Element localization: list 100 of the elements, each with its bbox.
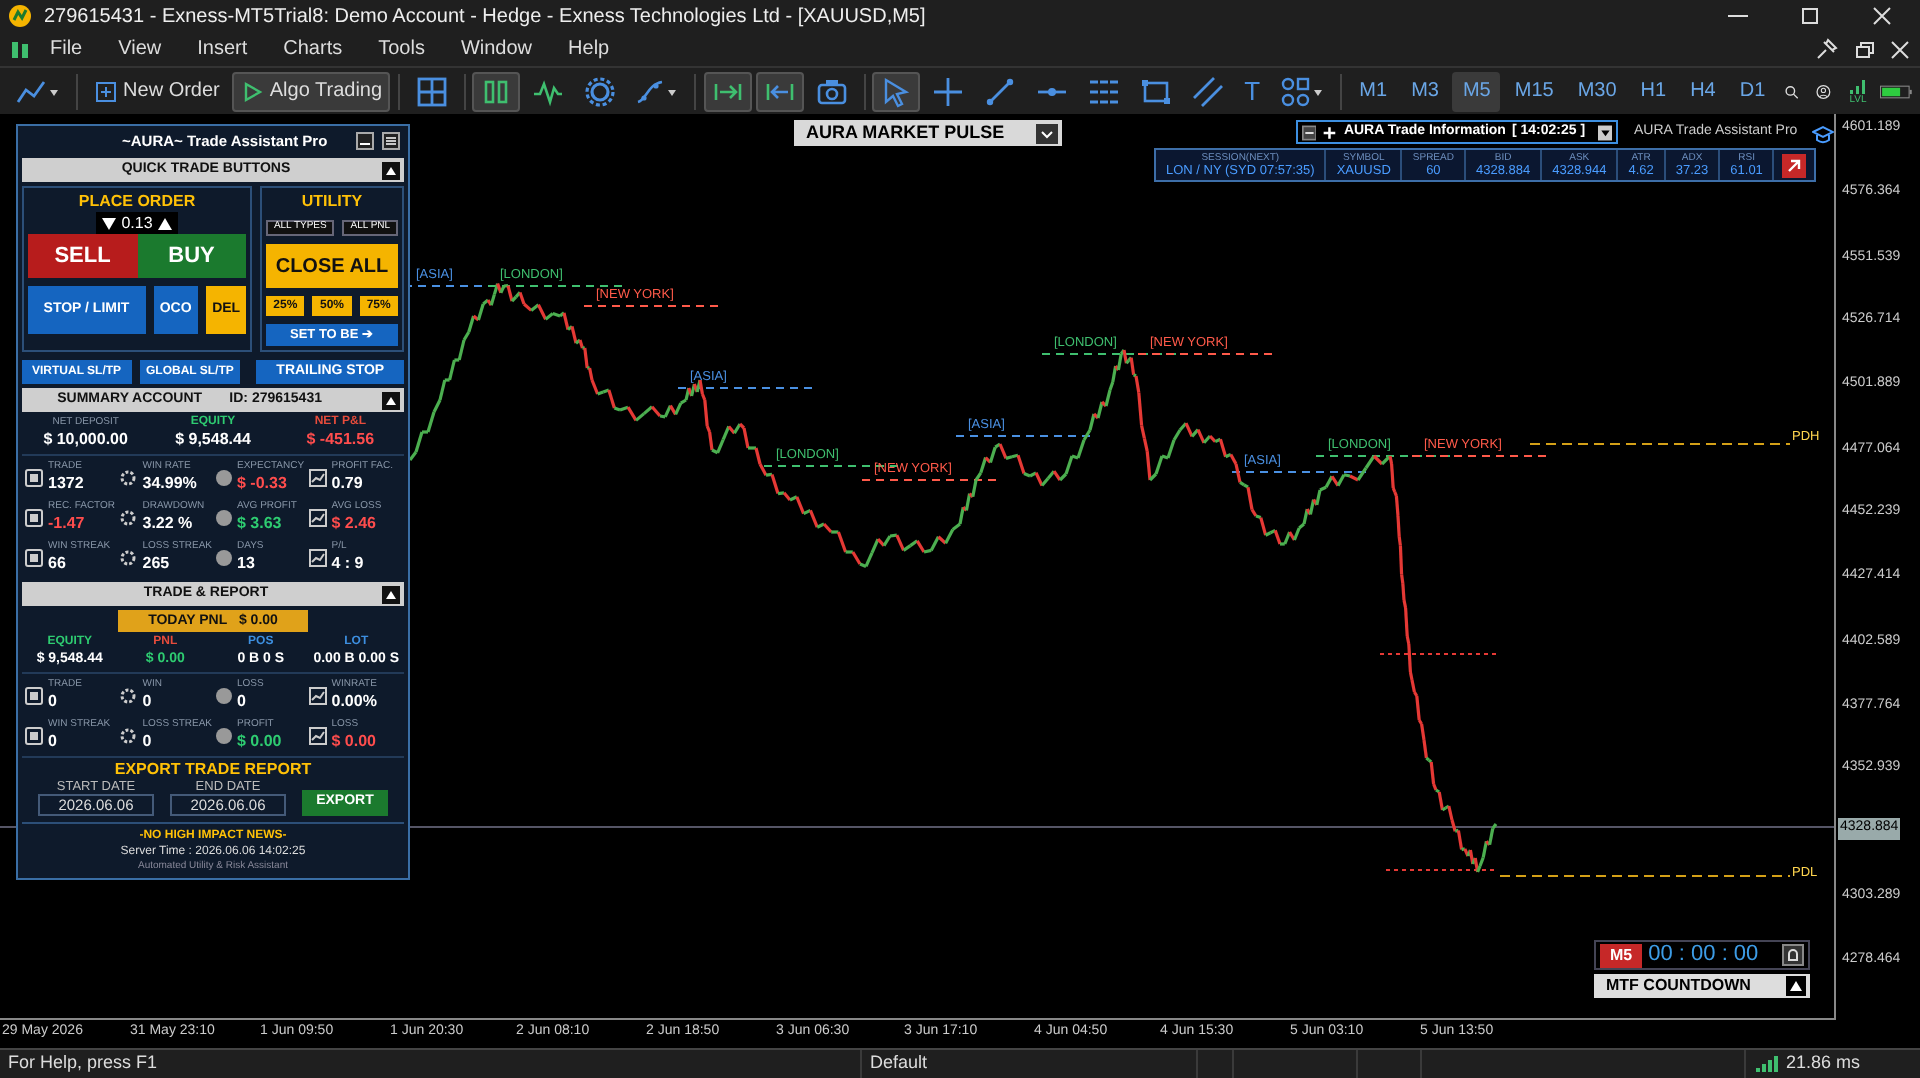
circle-icon — [213, 507, 233, 527]
menu-item[interactable]: File — [32, 34, 101, 64]
bell-icon[interactable] — [1782, 944, 1804, 966]
grid-icon[interactable] — [415, 75, 448, 107]
settings-icon[interactable] — [584, 75, 617, 107]
new-order-button[interactable]: New Order — [85, 71, 228, 111]
play-icon — [239, 79, 264, 103]
chart-icon — [307, 467, 328, 487]
app-logo-icon — [8, 4, 32, 28]
chart-icon — [307, 507, 328, 527]
text-tool-button[interactable]: T — [1236, 71, 1269, 111]
indicator-icon[interactable] — [636, 75, 679, 107]
increase-icon[interactable] — [158, 217, 173, 229]
shapes-icon[interactable] — [1280, 75, 1325, 107]
stat-value: $ 2.46 — [331, 514, 378, 534]
menu-item[interactable]: Help — [550, 34, 628, 64]
candlestick-icon[interactable] — [480, 75, 513, 107]
square-icon — [24, 547, 44, 567]
dropdown-icon[interactable] — [1597, 123, 1613, 141]
decrease-icon[interactable] — [101, 217, 116, 229]
chart-icon — [307, 547, 328, 567]
close-icon[interactable] — [1782, 153, 1807, 177]
stat-value: $ 3.63 — [237, 514, 284, 534]
square-icon — [24, 685, 44, 705]
pin-icon[interactable] — [1812, 37, 1840, 61]
sell-button[interactable]: SELL — [28, 234, 137, 278]
timeframe-tab[interactable]: M15 — [1504, 71, 1564, 111]
buy-button[interactable]: BUY — [137, 234, 246, 278]
lines-icon[interactable] — [1088, 75, 1121, 107]
stat-value: 13 — [237, 554, 257, 574]
timeframe-tab[interactable]: M3 — [1401, 71, 1449, 111]
collapse-icon[interactable] — [382, 161, 400, 179]
gear-icon — [118, 725, 139, 745]
square-icon — [24, 467, 44, 487]
collapse-icon[interactable] — [382, 585, 400, 603]
stat-value: -1.47 — [48, 514, 87, 534]
ping-text: 21.86 ms — [1786, 1050, 1861, 1077]
timeframe-tab[interactable]: M5 — [1452, 71, 1501, 111]
algo-trading-button[interactable]: Algo Trading — [231, 71, 391, 111]
close-icon[interactable] — [1888, 37, 1912, 61]
gear-icon — [118, 685, 139, 705]
menu-item[interactable]: Window — [442, 34, 551, 64]
minus-icon[interactable] — [1302, 123, 1317, 141]
countdown-time: 00 : 00 : 00 — [1648, 940, 1759, 971]
minimize-icon[interactable] — [356, 132, 374, 150]
close-all-button[interactable]: CLOSE ALL — [266, 244, 398, 288]
plus-icon — [93, 79, 118, 103]
restore-icon[interactable] — [1852, 37, 1876, 61]
timeframe-tab[interactable]: M1 — [1349, 71, 1398, 111]
timeframe-tab[interactable]: H1 — [1630, 71, 1677, 111]
wave-icon[interactable] — [532, 75, 565, 107]
dropdown-icon[interactable] — [1036, 123, 1058, 143]
timeframe-tab[interactable]: D1 — [1729, 71, 1776, 111]
chart-icon — [307, 725, 328, 745]
market-pulse-title: AURA MARKET PULSE — [806, 119, 1005, 146]
rectangle-icon[interactable] — [1140, 75, 1173, 107]
timeframe-tab[interactable]: M30 — [1567, 71, 1627, 111]
stat-value: 34.99% — [142, 474, 197, 494]
countdown-title: MTF COUNTDOWN — [1606, 974, 1751, 998]
box-title: UTILITY — [299, 192, 365, 212]
candlestick-icon — [8, 37, 32, 61]
stat-value: 0.79 — [331, 474, 365, 494]
export-title: EXPORT TRADE REPORT — [112, 760, 314, 780]
collapse-icon[interactable] — [382, 391, 400, 409]
cursor-icon[interactable] — [880, 75, 913, 107]
circle-icon — [213, 547, 233, 567]
stat-value: 265 — [142, 554, 172, 574]
stat-value: 66 — [48, 554, 68, 574]
signal-icon — [1848, 77, 1869, 95]
menu-item[interactable]: Insert — [179, 34, 266, 64]
menu-icon[interactable] — [382, 132, 400, 150]
menu-item[interactable]: Charts — [265, 34, 361, 64]
square-icon — [24, 725, 44, 745]
stat-value: 0.00% — [331, 692, 377, 712]
stat-value: $ 0.00 — [237, 732, 282, 752]
stat-value: $ -0.33 — [237, 474, 289, 494]
plus-icon[interactable] — [1322, 123, 1338, 141]
gear-icon — [118, 547, 139, 567]
menu-item[interactable]: View — [100, 34, 180, 64]
signal-icon — [1754, 1055, 1778, 1073]
box-title: PLACE ORDER — [76, 192, 198, 212]
chart-icon — [307, 685, 328, 705]
timeframe-tab[interactable]: H4 — [1680, 71, 1726, 111]
help-text: For Help, press F1 — [6, 1050, 160, 1077]
crosshair-icon[interactable] — [932, 75, 965, 107]
camera-icon[interactable] — [815, 75, 848, 107]
timeframe-badge: M5 — [1600, 943, 1643, 967]
stat-value: 0 — [48, 692, 59, 712]
stat-value: 1372 — [48, 474, 84, 494]
lot-size-field[interactable]: 0.13 — [95, 212, 179, 234]
stat-value: $ 9,548.44 — [175, 430, 251, 450]
gear-icon — [118, 467, 139, 487]
stat-value: 0 — [142, 732, 154, 752]
stat-value: $ 10,000.00 — [43, 430, 128, 450]
profile-name: Default — [860, 1049, 1196, 1078]
parallel-lines-icon[interactable] — [1192, 75, 1225, 107]
collapse-icon[interactable] — [1786, 976, 1806, 996]
graduation-cap-icon — [1812, 124, 1834, 145]
menu-item[interactable]: Tools — [360, 34, 443, 64]
trendline-icon[interactable] — [984, 75, 1017, 107]
